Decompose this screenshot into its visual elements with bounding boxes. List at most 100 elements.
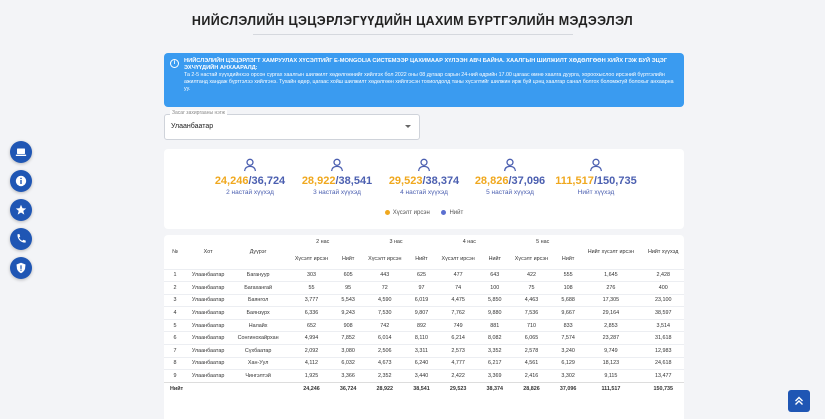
table-cell: 643	[483, 268, 507, 282]
table-cell: 8	[164, 356, 186, 370]
table-cell: 95	[336, 281, 360, 295]
table-cell: 881	[483, 318, 507, 332]
table-row[interactable]: 7 Улаанбаатар Сүхбаатар 2,092 3,080 2,506 3,31…	[164, 344, 684, 358]
star-icon[interactable]	[10, 199, 32, 221]
table-cell: 652	[286, 318, 337, 332]
table-cell: 3,080	[336, 344, 360, 358]
table-cell: 3,311	[410, 344, 433, 358]
table-cell: 29,164	[579, 306, 643, 320]
table-cell: 477	[432, 268, 484, 282]
table-cell: 74	[432, 281, 484, 295]
user-icon	[417, 158, 431, 172]
table-cell: Улаанбаатар	[186, 293, 231, 307]
table-row[interactable]: 5 Улаанбаатар Налайх 652 908 742 892 749 881 710 8…	[164, 318, 684, 332]
stat-done: 29,523	[388, 175, 423, 187]
table-cell: 75	[506, 281, 557, 295]
legend-done[interactable]: Хүсэлт ирсэн	[384, 210, 430, 216]
table-header-row: № Хот Дүүрэг 2 нас 3 нас 4 нас 5 нас Нийт хүсэл…	[164, 235, 684, 255]
table-cell: 31,618	[642, 331, 684, 345]
info-icon: i	[170, 59, 179, 68]
info-icon[interactable]	[10, 170, 32, 192]
table-cell: Улаанбаатар	[186, 306, 231, 320]
user-icon	[589, 158, 603, 172]
stat-total: 38,541	[338, 175, 373, 187]
age-group-header: 2 нас	[316, 239, 330, 245]
district-select[interactable]: Засаг захиргааны нэгж Улаанбаатар	[164, 110, 420, 140]
table-cell: 276	[579, 281, 643, 295]
table-cell: 9,880	[483, 306, 507, 320]
stat-block: 29,523/38,374 4 настай хүүхэд	[374, 158, 474, 196]
stat-caption: 3 настай хүүхэд	[313, 189, 361, 196]
stat-block: 24,246/36,724 2 настай хүүхэд	[200, 158, 300, 196]
table-cell: 7,536	[506, 306, 557, 320]
table-cell: 4,112	[286, 356, 337, 370]
sub-total-header: Нийт	[341, 255, 355, 262]
district-select-value: Улаанбаатар	[171, 123, 214, 130]
total-cell: 36,724	[336, 381, 360, 395]
laptop-icon[interactable]	[10, 141, 32, 163]
table-cell: 9,667	[556, 306, 580, 320]
legend-total[interactable]: Нийт	[441, 210, 463, 216]
table-cell: 7,574	[556, 331, 580, 345]
table-cell: 6,336	[286, 306, 337, 320]
table-cell: 38,597	[642, 306, 684, 320]
age-group-header: 4 нас	[462, 239, 476, 245]
stat-value: 28,922/38,541	[287, 175, 387, 187]
table-cell: 7,762	[432, 306, 484, 320]
title-divider	[253, 34, 573, 35]
table-cell: 7	[164, 344, 186, 358]
table-cell: 4,463	[506, 293, 557, 307]
table-row[interactable]: 2 Улаанбаатар Багахангай 55 95 72 97 74 100 75 108…	[164, 281, 684, 295]
table-cell: 5,688	[556, 293, 580, 307]
table-row[interactable]: 8 Улаанбаатар Хан-Уул 4,112 6,032 4,673 6,240 4…	[164, 356, 684, 370]
total-cell: 38,374	[483, 381, 507, 395]
table-row[interactable]: 6 Улаанбаатар Сонгинохайрхан 4,994 7,852 6,01…	[164, 331, 684, 345]
table-cell	[230, 381, 287, 395]
stat-caption: 4 настай хүүхэд	[400, 189, 448, 196]
table-cell: Сүхбаатар	[230, 344, 287, 358]
page-title: НИЙСЛЭЛИЙН ЦЭЦЭРЛЭГҮҮДИЙН ЦАХИМ БҮРТГЭЛИ…	[191, 14, 634, 28]
shield-icon[interactable]	[10, 257, 32, 279]
table-cell: 2	[164, 281, 186, 295]
table-cell: 2,573	[432, 344, 484, 358]
sub-done-header: Хүсэлт ирсэн	[514, 255, 549, 262]
user-icon	[330, 158, 344, 172]
table-cell: 2,416	[506, 369, 557, 383]
table-row[interactable]: 4 Улаанбаатар Баянзүрх 6,336 9,243 7,530 9,807…	[164, 306, 684, 320]
table-cell: 2,853	[579, 318, 643, 332]
total-label: Нийт	[164, 381, 186, 395]
table-cell: 12,983	[642, 344, 684, 358]
phone-icon[interactable]	[10, 228, 32, 250]
stat-done: 111,517	[555, 175, 594, 187]
table-cell: 72	[359, 281, 411, 295]
table-cell: 2,578	[506, 344, 557, 358]
total-cell: 28,922	[359, 381, 411, 395]
col-no-header: №	[172, 248, 178, 255]
table-cell: 9,749	[579, 344, 643, 358]
table-row[interactable]: 1 Улаанбаатар Багануур 303 605 443 625 477 643 42…	[164, 268, 684, 282]
user-icon	[503, 158, 517, 172]
total-cell: 37,096	[556, 381, 580, 395]
table-total-row: Нийт 24,246 36,724 28,922 38,541 29,523 38,374…	[164, 381, 684, 395]
table-row[interactable]: 9 Улаанбаатар Чингэлтэй 1,925 3,366 2,352 3,44…	[164, 369, 684, 383]
sub-done-header: Хүсэлт ирсэн	[294, 255, 329, 262]
table-cell: 24,618	[642, 356, 684, 370]
table-cell: 1,645	[579, 268, 643, 282]
scroll-top-button[interactable]	[788, 390, 810, 412]
table-cell: 23,100	[642, 293, 684, 307]
table-row[interactable]: 3 Улаанбаатар Баянгол 3,777 5,543 4,590 6,019 4…	[164, 293, 684, 307]
stat-caption: Нийт хүүхэд	[577, 189, 615, 196]
district-select-label: Засаг захиргааны нэгж	[170, 110, 227, 116]
stat-value: 29,523/38,374	[374, 175, 474, 187]
age-group-header: 3 нас	[389, 239, 403, 245]
table-cell: 18,123	[579, 356, 643, 370]
table-cell: Баянгол	[230, 293, 287, 307]
stat-value: 24,246/36,724	[200, 175, 300, 187]
banner-body: Та 2-5 настай хүүхдийнхээ орсон сургах х…	[184, 72, 674, 93]
stat-block: 111,517/150,735 Нийт хүүхэд	[546, 158, 646, 196]
table-cell: 4,673	[359, 356, 411, 370]
table-cell: 4,475	[432, 293, 484, 307]
table-cell: Улаанбаатар	[186, 356, 231, 370]
table-cell: 4,777	[432, 356, 484, 370]
table-cell: 2,506	[359, 344, 411, 358]
